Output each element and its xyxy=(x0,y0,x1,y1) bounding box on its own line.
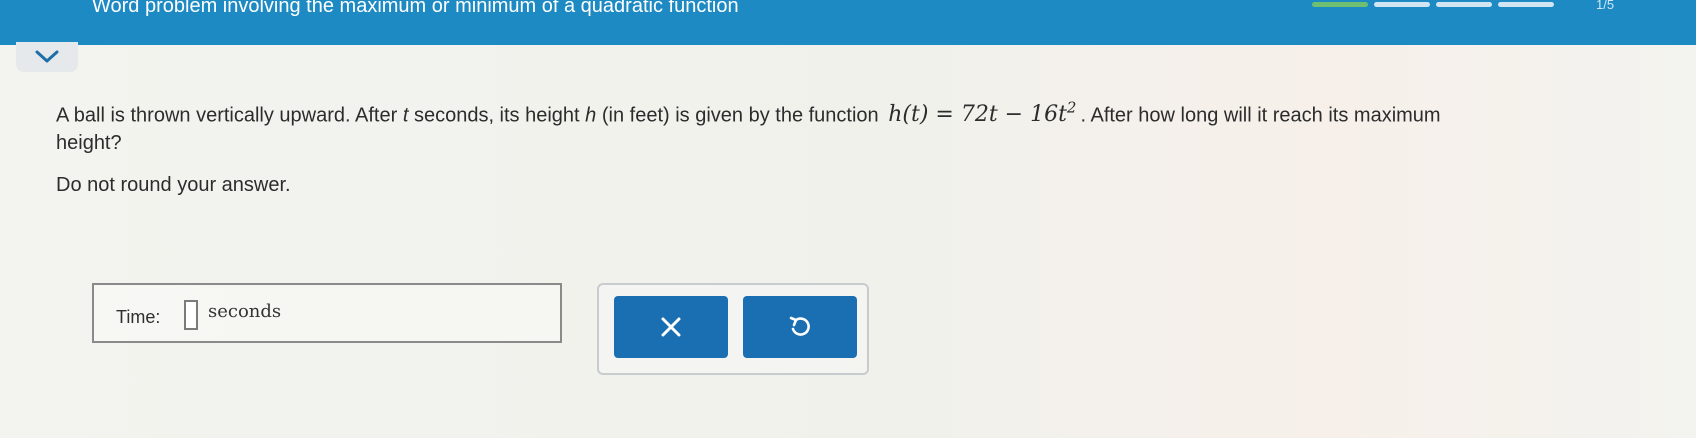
progress-segment xyxy=(1498,2,1554,7)
answer-box: Time: seconds xyxy=(92,283,562,343)
time-input[interactable] xyxy=(184,300,198,330)
collapse-button[interactable] xyxy=(16,42,78,72)
progress-segment xyxy=(1436,2,1492,7)
progress-count: 1/5 xyxy=(1596,0,1615,12)
header-bar: Word problem involving the maximum or mi… xyxy=(0,0,1696,45)
undo-icon xyxy=(789,316,810,336)
question-line-1: A ball is thrown vertically upward. Afte… xyxy=(56,99,1441,128)
question-text: A ball is thrown vertically upward. Afte… xyxy=(56,94,1666,157)
undo-button[interactable] xyxy=(743,296,857,358)
x-icon xyxy=(661,317,681,337)
height-formula: h(t) = 72t − 16t2 xyxy=(888,99,1077,128)
progress-bar xyxy=(1312,2,1554,7)
progress-segment xyxy=(1374,2,1430,7)
chevron-down-icon xyxy=(35,50,59,63)
question-line-2: height? xyxy=(56,132,122,155)
units-label: seconds xyxy=(208,301,282,322)
clear-button[interactable] xyxy=(614,296,728,358)
action-panel xyxy=(597,283,869,375)
topic-title: Word problem involving the maximum or mi… xyxy=(92,0,739,17)
instruction-text: Do not round your answer. xyxy=(56,174,291,196)
time-label: Time: xyxy=(116,307,161,327)
progress-segment xyxy=(1312,2,1368,7)
